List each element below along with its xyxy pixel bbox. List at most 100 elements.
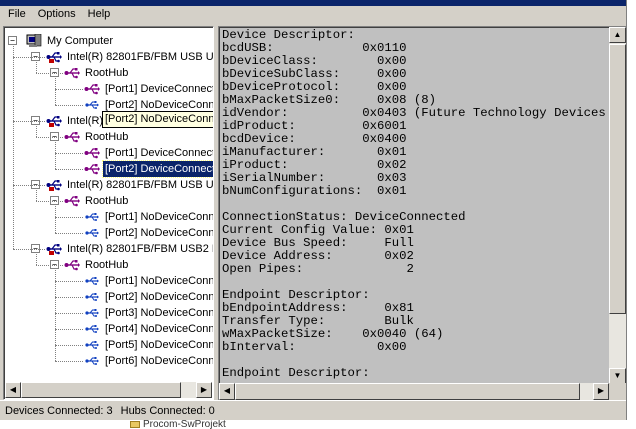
scroll-down-icon[interactable]: ▼ xyxy=(609,368,626,384)
tree-connector xyxy=(36,73,63,74)
device-tree[interactable]: My Computer − Intel(R) 82801FB/FBM USB Ur −… xyxy=(3,26,214,400)
hubs-connected-status: Hubs Connected: 0 xyxy=(120,404,215,417)
tree-item-label[interactable]: [Port2] NoDeviceConnected xyxy=(103,225,213,241)
tree-item[interactable]: My Computer xyxy=(26,33,115,49)
detail-hscroll-thumb[interactable] xyxy=(235,383,580,400)
tree-horizontal-scrollbar[interactable]: ◀ ▶ xyxy=(5,382,212,398)
tree-item[interactable]: [Port1] DeviceConnected xyxy=(84,145,213,161)
usb-hub-icon xyxy=(64,194,80,208)
tree-item[interactable]: [Port1] DeviceConnected xyxy=(84,81,213,97)
descriptor-line: Open Pipes: 2 xyxy=(222,262,414,276)
tree-item-label[interactable]: [Port1] DeviceConnected xyxy=(103,145,213,161)
tree-item[interactable]: Intel(R) 82801FB/FBM USB Ur xyxy=(46,177,213,193)
tree-connector xyxy=(55,153,83,154)
tree-item-label[interactable]: [Port3] NoDeviceConnected xyxy=(103,305,213,321)
tree-connector xyxy=(36,254,37,265)
collapse-toggle-icon[interactable]: − xyxy=(8,36,17,45)
descriptor-line: Endpoint Descriptor: xyxy=(222,366,370,380)
usb-port-icon xyxy=(84,322,100,336)
tree-item[interactable]: [Port2] NoDeviceConnected xyxy=(84,225,213,241)
tree-item-label[interactable]: [Port6] NoDeviceConnected xyxy=(103,353,213,369)
usb-port-icon xyxy=(84,338,100,352)
tree-item[interactable]: [Port1] NoDeviceConnected xyxy=(84,209,213,225)
tree-connector xyxy=(13,46,14,249)
tree-item[interactable]: [Port1] NoDeviceConnected xyxy=(84,273,213,289)
tree-item[interactable]: Intel(R) 82801FB/FBM USB Ur xyxy=(46,49,213,65)
tree-item[interactable]: [Port2] DeviceConnected xyxy=(84,160,213,178)
scroll-right-icon[interactable]: ▶ xyxy=(593,383,609,400)
tree-item[interactable]: [Port6] NoDeviceConnected xyxy=(84,353,213,369)
tree-item-label[interactable]: [Port2] DeviceConnected xyxy=(101,160,213,178)
menu-options[interactable]: Options xyxy=(32,6,82,23)
tree-item-label[interactable]: [Port1] NoDeviceConnected xyxy=(103,273,213,289)
descriptor-detail-pane[interactable]: Device Descriptor: bcdUSB: 0x0110 bDeviceC… xyxy=(218,26,626,400)
tree-item-label[interactable]: My Computer xyxy=(45,33,115,49)
descriptor-text[interactable]: Device Descriptor: bcdUSB: 0x0110 bDeviceC… xyxy=(222,29,609,381)
tree-item-label[interactable]: [Port1] DeviceConnected xyxy=(103,81,213,97)
usb-controller-icon xyxy=(46,114,62,128)
usb-port-icon xyxy=(84,210,100,224)
tree-item-label[interactable]: RootHub xyxy=(83,257,130,273)
usb-port-icon xyxy=(84,274,100,288)
tree-connector xyxy=(36,62,37,73)
tree-connector xyxy=(13,249,45,250)
tree-connector xyxy=(55,361,83,362)
tree-connector xyxy=(55,297,83,298)
tree-connector xyxy=(36,126,37,137)
scroll-left-icon[interactable]: ◀ xyxy=(219,383,235,400)
tree-item-label[interactable]: [Port1] NoDeviceConnected xyxy=(103,209,213,225)
usb-device-icon xyxy=(84,146,100,160)
tree-connector xyxy=(13,185,45,186)
menu-help[interactable]: Help xyxy=(82,6,117,23)
background-folder-label: Procom-SwProjekt xyxy=(143,420,226,429)
tree-item-label[interactable]: Intel(R) 82801FB/FBM USB2 E xyxy=(65,241,213,257)
tree-connector xyxy=(55,142,56,169)
tree-connector xyxy=(55,345,83,346)
tree-connector xyxy=(55,206,56,233)
tree-tooltip: [Port2] NoDeviceConnected xyxy=(102,111,213,128)
detail-vertical-scrollbar[interactable]: ▲ ▼ xyxy=(609,27,626,384)
tree-item[interactable]: [Port5] NoDeviceConnected xyxy=(84,337,213,353)
tree-item[interactable]: RootHub xyxy=(64,193,130,209)
tree-connector xyxy=(55,89,83,90)
tree-item-label[interactable]: RootHub xyxy=(83,129,130,145)
tree-rows: My Computer − Intel(R) 82801FB/FBM USB Ur −… xyxy=(4,27,213,383)
tree-item[interactable]: RootHub xyxy=(64,129,130,145)
tree-item[interactable]: Intel(R) 82801FB/FBM USB2 E xyxy=(46,241,213,257)
tree-item-label[interactable]: Intel(R) 82801FB/FBM USB Ur xyxy=(65,177,213,193)
tree-connector xyxy=(13,121,45,122)
menu-file[interactable]: File xyxy=(2,6,32,23)
usb-port-icon xyxy=(84,306,100,320)
tree-item[interactable]: [Port4] NoDeviceConnected xyxy=(84,321,213,337)
tree-item[interactable]: RootHub xyxy=(64,65,130,81)
usb-port-icon xyxy=(84,98,100,112)
background-folder-item[interactable]: Procom-SwProjekt xyxy=(130,420,226,429)
tree-connector xyxy=(55,105,83,106)
usb-controller-icon xyxy=(46,178,62,192)
tree-scroll-thumb[interactable] xyxy=(21,382,181,398)
tree-item-label[interactable]: RootHub xyxy=(83,65,130,81)
tree-connector xyxy=(13,57,45,58)
usb-device-icon xyxy=(84,82,100,96)
tree-connector xyxy=(36,137,63,138)
menu-bar: File Options Help xyxy=(0,6,626,23)
tree-item-label[interactable]: [Port5] NoDeviceConnected xyxy=(103,337,213,353)
scroll-left-icon[interactable]: ◀ xyxy=(5,382,21,398)
usb-port-icon xyxy=(84,290,100,304)
scroll-up-icon[interactable]: ▲ xyxy=(609,27,626,43)
devices-connected-status: Devices Connected: 3 xyxy=(5,404,113,417)
usb-hub-icon xyxy=(64,66,80,80)
tree-item[interactable]: [Port2] NoDeviceConnected xyxy=(84,289,213,305)
tree-item[interactable]: [Port3] NoDeviceConnected xyxy=(84,305,213,321)
detail-horizontal-scrollbar[interactable]: ◀ ▶ xyxy=(219,383,609,400)
tree-item[interactable]: RootHub xyxy=(64,257,130,273)
usb-port-icon xyxy=(84,354,100,368)
detail-vscroll-thumb[interactable] xyxy=(609,44,626,314)
tree-item-label[interactable]: RootHub xyxy=(83,193,130,209)
tree-item-label[interactable]: [Port4] NoDeviceConnected xyxy=(103,321,213,337)
scroll-right-icon[interactable]: ▶ xyxy=(196,382,212,398)
usb-hub-icon xyxy=(64,258,80,272)
tree-connector xyxy=(55,78,56,105)
tree-item-label[interactable]: [Port2] NoDeviceConnected xyxy=(103,289,213,305)
tree-item-label[interactable]: Intel(R) 82801FB/FBM USB Ur xyxy=(65,49,213,65)
